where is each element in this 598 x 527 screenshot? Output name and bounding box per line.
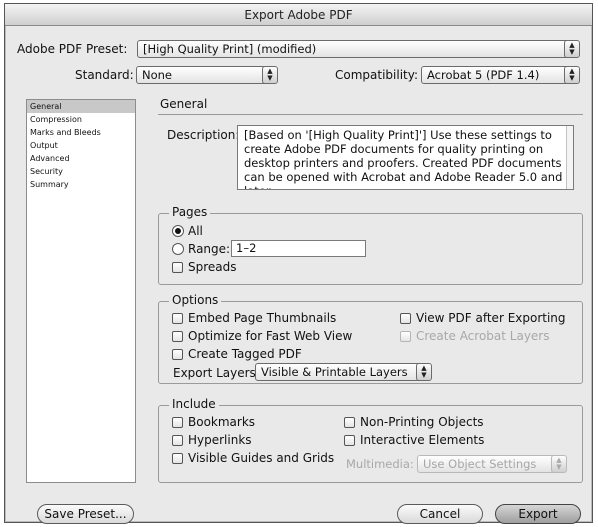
options-group-title: Options (169, 293, 222, 307)
sidebar-item-security[interactable]: Security (27, 165, 135, 178)
optimize-web-label: Optimize for Fast Web View (188, 329, 353, 343)
multimedia-value: Use Object Settings (423, 457, 537, 471)
category-list: General Compression Marks and Bleeds Out… (26, 99, 136, 483)
range-option[interactable]: Range: (172, 242, 230, 256)
all-pages-option[interactable]: All (172, 224, 203, 238)
hyperlinks-label: Hyperlinks (188, 433, 252, 447)
sidebar-item-advanced[interactable]: Advanced (27, 152, 135, 165)
range-label: Range: (188, 242, 231, 256)
non-printing-checkbox[interactable]: Non-Printing Objects (344, 415, 484, 429)
description-text: [Based on '[High Quality Print]'] Use th… (244, 128, 563, 189)
checkbox-icon (172, 434, 183, 446)
multimedia-select: Use Object Settings ▲ ▼ (417, 455, 567, 473)
updown-arrows-icon: ▲ ▼ (551, 456, 566, 472)
multimedia-label: Multimedia: (346, 457, 414, 471)
view-after-export-label: View PDF after Exporting (416, 311, 566, 325)
acrobat-layers-checkbox: Create Acrobat Layers (400, 329, 550, 343)
preset-select[interactable]: [High Quality Print] (modified) ▲ ▼ (137, 40, 580, 58)
spreads-checkbox[interactable]: Spreads (172, 260, 237, 274)
checkbox-icon (172, 348, 183, 360)
save-preset-button[interactable]: Save Preset... (37, 504, 134, 524)
bookmarks-checkbox[interactable]: Bookmarks (172, 415, 255, 429)
general-section-title: General (160, 97, 208, 111)
preset-label: Adobe PDF Preset: (17, 42, 128, 56)
dialog-title: Export Adobe PDF (5, 4, 592, 26)
description-label: Description: (167, 128, 240, 142)
checkbox-icon (344, 434, 355, 446)
export-layers-select[interactable]: Visible & Printable Layers ▲ ▼ (255, 363, 432, 381)
sidebar-item-general[interactable]: General (27, 100, 135, 113)
description-scrollbar[interactable] (566, 126, 573, 189)
preset-value: [High Quality Print] (modified) (143, 42, 317, 56)
tagged-pdf-checkbox[interactable]: Create Tagged PDF (172, 347, 302, 361)
export-pdf-dialog: Export Adobe PDF Adobe PDF Preset: [High… (4, 3, 593, 524)
compatibility-select[interactable]: Acrobat 5 (PDF 1.4) ▲ ▼ (421, 66, 580, 84)
include-group-title: Include (169, 397, 219, 411)
compatibility-label: Compatibility: (335, 68, 419, 82)
checkbox-icon (400, 312, 411, 324)
checkbox-icon (172, 261, 183, 273)
sidebar-item-summary[interactable]: Summary (27, 178, 135, 191)
pages-group-title: Pages (169, 205, 211, 219)
acrobat-layers-label: Create Acrobat Layers (416, 329, 550, 343)
updown-arrows-icon: ▲ ▼ (564, 41, 579, 57)
checkbox-icon (172, 312, 183, 324)
all-pages-label: All (188, 224, 203, 238)
general-divider (158, 114, 583, 115)
hyperlinks-checkbox[interactable]: Hyperlinks (172, 433, 252, 447)
optimize-web-checkbox[interactable]: Optimize for Fast Web View (172, 329, 352, 343)
radio-selected-icon (172, 225, 184, 237)
checkbox-icon (172, 330, 183, 342)
spreads-label: Spreads (188, 260, 237, 274)
description-field[interactable]: [Based on '[High Quality Print]'] Use th… (237, 125, 574, 190)
export-button[interactable]: Export (495, 504, 581, 524)
standard-label: Standard: (75, 68, 134, 82)
checkbox-icon (344, 416, 355, 428)
embed-thumbnails-checkbox[interactable]: Embed Page Thumbnails (172, 311, 336, 325)
export-layers-value: Visible & Printable Layers (261, 365, 408, 379)
standard-value: None (142, 68, 173, 82)
range-input[interactable]: 1–2 (231, 240, 366, 257)
updown-arrows-icon: ▲ ▼ (564, 67, 579, 83)
updown-arrows-icon: ▲ ▼ (262, 67, 277, 83)
bookmarks-label: Bookmarks (188, 415, 256, 429)
sidebar-item-marks-and-bleeds[interactable]: Marks and Bleeds (27, 126, 135, 139)
compatibility-value: Acrobat 5 (PDF 1.4) (427, 68, 540, 82)
checkbox-icon (172, 452, 183, 464)
view-after-export-checkbox[interactable]: View PDF after Exporting (400, 311, 566, 325)
radio-icon (172, 243, 184, 255)
guides-grids-checkbox[interactable]: Visible Guides and Grids (172, 451, 334, 465)
tagged-pdf-label: Create Tagged PDF (188, 347, 302, 361)
standard-select[interactable]: None ▲ ▼ (136, 66, 278, 84)
sidebar-item-output[interactable]: Output (27, 139, 135, 152)
export-layers-label: Export Layers: (173, 366, 260, 380)
updown-arrows-icon: ▲ ▼ (416, 364, 431, 380)
sidebar-item-compression[interactable]: Compression (27, 113, 135, 126)
embed-thumbnails-label: Embed Page Thumbnails (188, 311, 337, 325)
interactive-elements-checkbox[interactable]: Interactive Elements (344, 433, 484, 447)
interactive-elements-label: Interactive Elements (360, 433, 485, 447)
checkbox-disabled-icon (400, 330, 411, 342)
cancel-button[interactable]: Cancel (397, 504, 483, 524)
non-printing-label: Non-Printing Objects (360, 415, 484, 429)
guides-grids-label: Visible Guides and Grids (188, 451, 335, 465)
checkbox-icon (172, 416, 183, 428)
